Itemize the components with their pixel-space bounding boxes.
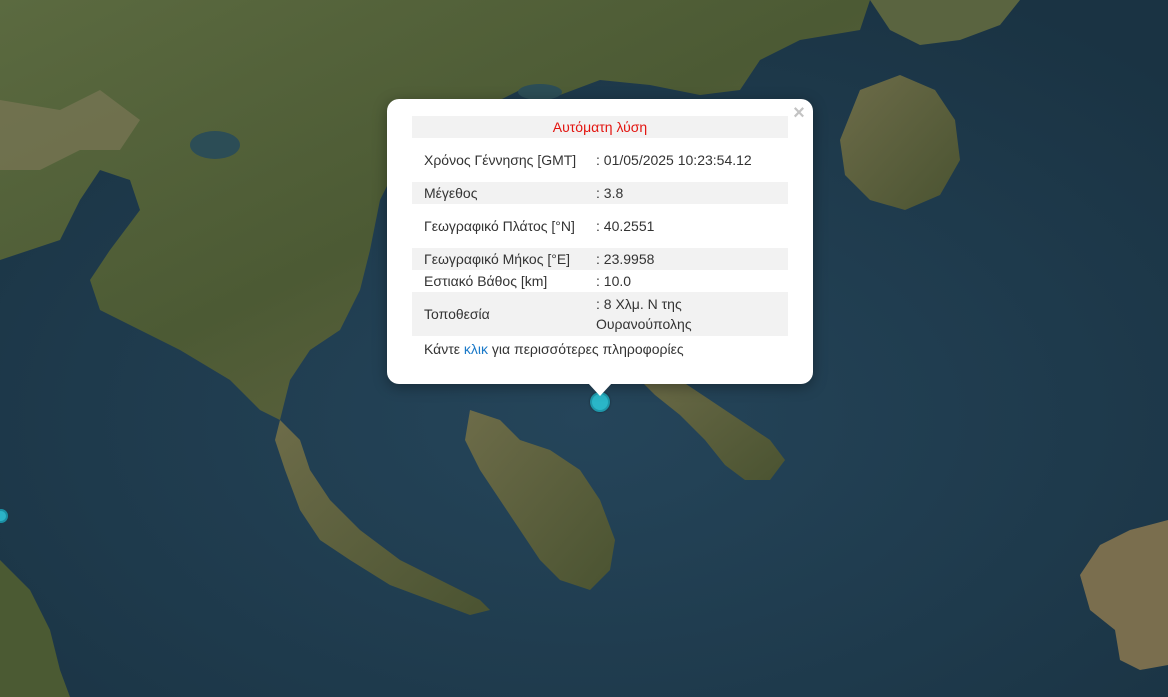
row-value: : 40.2551 (596, 218, 655, 234)
table-row: Γεωγραφικό Μήκος [°E] : 23.9958 (412, 248, 788, 270)
row-value: : 3.8 (589, 182, 788, 204)
table-row: Γεωγραφικό Πλάτος [°N] : 40.2551 (412, 204, 788, 248)
row-label: Χρόνος Γέννησης [GMT] (424, 152, 577, 168)
table-row: Τοποθεσία : 8 Χλμ. Ν της Ουρανούπολης (412, 292, 788, 336)
solution-type-title: Αυτόματη λύση (412, 116, 788, 138)
row-label: Τοποθεσία (412, 292, 589, 336)
more-info-suffix: για περισσότερες πληροφορίες (488, 341, 684, 357)
row-label: Γεωγραφικό Μήκος [°E] (412, 248, 589, 270)
table-title-row: Αυτόματη λύση (412, 116, 788, 138)
table-row: Εστιακό Βάθος [km] : 10.0 (412, 270, 788, 292)
more-info-line: Κάντε κλικ για περισσότερες πληροφορίες (412, 336, 788, 359)
more-info-prefix: Κάντε (424, 341, 464, 357)
earthquake-info-table: Αυτόματη λύση Χρόνος Γέννησης [GMT] : 01… (412, 116, 788, 336)
close-icon[interactable]: × (791, 103, 807, 123)
table-row: Χρόνος Γέννησης [GMT] : 01/05/2025 10:23… (412, 138, 788, 182)
row-value: : 01/05/2025 10:23:54.12 (596, 152, 752, 168)
row-label: Γεωγραφικό Πλάτος [°N] (424, 218, 575, 234)
earthquake-info-popup: × Αυτόματη λύση Χρόνος Γέννησης [GMT] : … (387, 99, 813, 396)
row-value: : 10.0 (596, 273, 632, 289)
popup-content: Αυτόματη λύση Χρόνος Γέννησης [GMT] : 01… (412, 116, 788, 359)
row-value: : 8 Χλμ. Ν της Ουρανούπολης (589, 292, 788, 336)
more-info-link[interactable]: κλικ (464, 341, 488, 357)
row-label: Μέγεθος (412, 182, 589, 204)
table-row: Μέγεθος : 3.8 (412, 182, 788, 204)
row-value: : 23.9958 (589, 248, 788, 270)
row-label: Εστιακό Βάθος [km] (424, 273, 548, 289)
popup-tip (588, 383, 612, 396)
